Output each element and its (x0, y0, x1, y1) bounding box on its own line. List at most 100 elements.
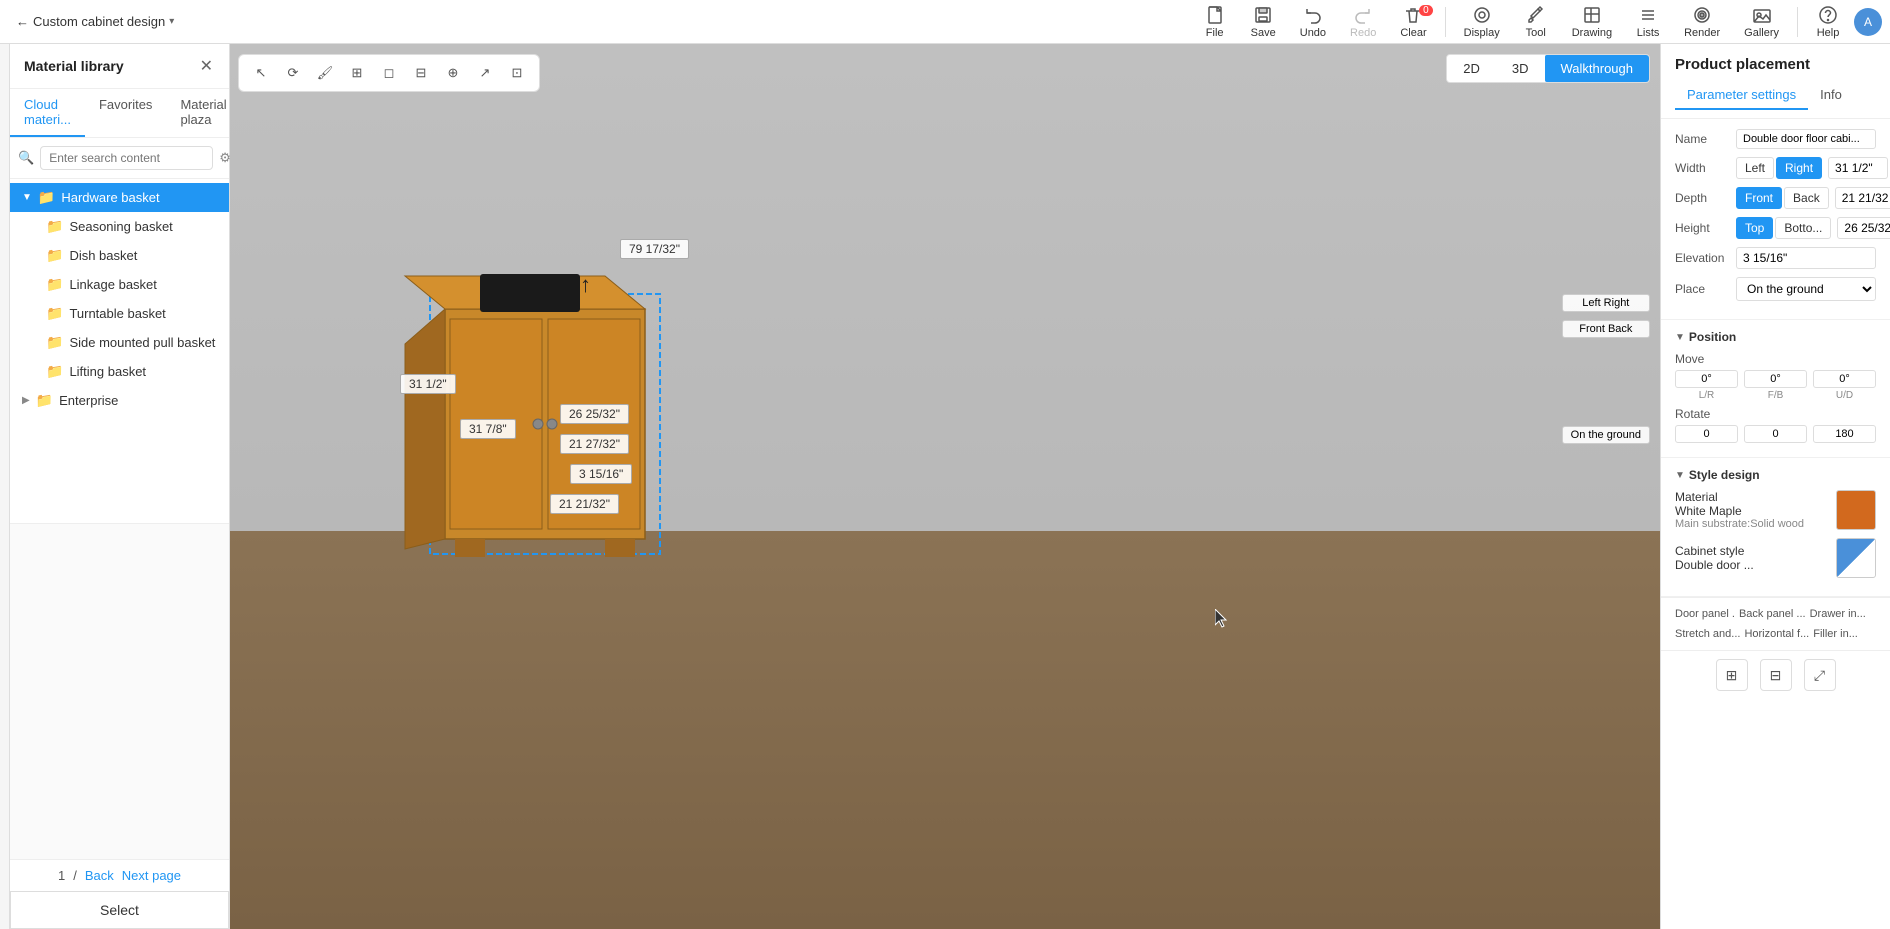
clear-button[interactable]: Clear 0 (1390, 3, 1436, 41)
place-select[interactable]: On the ground (1736, 277, 1876, 301)
lists-button[interactable]: Lists (1626, 3, 1670, 41)
view-3d-button[interactable]: 3D (1496, 55, 1545, 82)
width-label: Width (1675, 161, 1730, 175)
name-section: Name Width Left Right Depth Front Back (1661, 119, 1890, 320)
eraser-btn[interactable]: ◻ (375, 59, 403, 87)
front-back-label[interactable]: Front Back (1562, 320, 1650, 338)
tree-item-seasoning-basket[interactable]: 📁 Seasoning basket (10, 212, 229, 241)
display-button[interactable]: Display (1454, 3, 1510, 41)
height-bottom-btn[interactable]: Botto... (1775, 217, 1831, 239)
height-top-btn[interactable]: Top (1736, 217, 1773, 239)
tree-item-dish-basket[interactable]: 📁 Dish basket (10, 241, 229, 270)
place-label: Place (1675, 282, 1730, 296)
rotate-z-input[interactable] (1813, 425, 1876, 443)
depth-input[interactable] (1835, 187, 1890, 209)
tag-horizontal[interactable]: Horizontal f... (1744, 626, 1809, 642)
rotate-view-btn[interactable]: ⟳ (279, 59, 307, 87)
left-right-label[interactable]: Left Right (1562, 294, 1650, 312)
folder-icon: 📁 (46, 218, 63, 235)
move-inputs: L/R F/B U/D (1675, 370, 1876, 401)
ml-close-button[interactable]: ✕ (198, 54, 215, 78)
search-icon: 🔍 (18, 150, 34, 166)
render-button[interactable]: Render (1674, 3, 1730, 41)
tab-parameter-settings[interactable]: Parameter settings (1675, 81, 1808, 110)
name-input[interactable] (1736, 129, 1876, 149)
height-row: Height Top Botto... (1675, 217, 1876, 239)
tree-label-dish: Dish basket (69, 248, 137, 263)
filter-icon[interactable]: ⚙ (219, 150, 231, 166)
tab-material-plaza[interactable]: Material plaza (166, 89, 240, 137)
height-input[interactable] (1837, 217, 1890, 239)
on-ground-label: On the ground (1562, 426, 1650, 444)
rotate-y-group (1744, 425, 1807, 443)
rp-tabs: Parameter settings Info (1675, 81, 1876, 110)
help-button[interactable]: Help (1806, 3, 1850, 41)
tree-item-linkage-basket[interactable]: 📁 Linkage basket (10, 270, 229, 299)
tree-item-hardware-basket[interactable]: ▼ 📁 Hardware basket (10, 183, 229, 212)
undo-button[interactable]: Undo (1290, 3, 1336, 41)
rotate-y-input[interactable] (1744, 425, 1807, 443)
drawing-button[interactable]: Drawing (1562, 3, 1622, 41)
width-input[interactable] (1828, 157, 1888, 179)
tab-favorites[interactable]: Favorites (85, 89, 166, 137)
user-avatar[interactable]: A (1854, 8, 1882, 36)
view-2d-button[interactable]: 2D (1447, 55, 1496, 82)
panel-icon-3[interactable]: ⤢ (1804, 659, 1836, 691)
save-button[interactable]: Save (1241, 3, 1286, 41)
file-button[interactable]: File (1193, 3, 1237, 41)
transform-btn[interactable]: ⊕ (439, 59, 467, 87)
panel-icon-2[interactable]: ⊟ (1760, 659, 1792, 691)
export-btn[interactable]: ↗ (471, 59, 499, 87)
width-right-btn[interactable]: Right (1776, 157, 1822, 179)
back-arrow-icon: ← (16, 14, 29, 29)
panel-icon-1[interactable]: ⊞ (1716, 659, 1748, 691)
cursor-tool-btn[interactable]: ↖ (247, 59, 275, 87)
rotate-x-input[interactable] (1675, 425, 1738, 443)
tree-item-side-mounted[interactable]: 📁 Side mounted pull basket (10, 328, 229, 357)
move-fb-group: F/B (1744, 370, 1807, 401)
tag-drawer[interactable]: Drawer in... (1810, 606, 1866, 622)
tree-label-lifting: Lifting basket (69, 364, 146, 379)
tag-back-panel[interactable]: Back panel ... (1739, 606, 1806, 622)
tool-button[interactable]: Tool (1514, 3, 1558, 41)
back-button[interactable]: ← Custom cabinet design ▾ (8, 10, 182, 33)
layout-btn[interactable]: ⊡ (503, 59, 531, 87)
view-walkthrough-button[interactable]: Walkthrough (1545, 55, 1650, 82)
depth-front-btn[interactable]: Front (1736, 187, 1782, 209)
redo-button[interactable]: Redo (1340, 3, 1386, 41)
move-lr-input[interactable] (1675, 370, 1738, 388)
tab-info[interactable]: Info (1808, 81, 1854, 110)
gallery-button[interactable]: Gallery (1734, 3, 1789, 41)
tag-stretch[interactable]: Stretch and... (1675, 626, 1740, 642)
tag-door-panel[interactable]: Door panel . (1675, 606, 1735, 622)
table-view-btn[interactable]: ⊞ (343, 59, 371, 87)
tree-item-turntable-basket[interactable]: 📁 Turntable basket (10, 299, 229, 328)
paint-btn[interactable]: 🖌 (311, 59, 339, 87)
move-label: Move (1675, 352, 1876, 366)
cabinet-style-swatch[interactable] (1836, 538, 1876, 578)
height-label: Height (1675, 221, 1730, 235)
bottom-tags: Door panel . Back panel ... Drawer in...… (1661, 597, 1890, 650)
material-library-panel: Material library ✕ Cloud materi... Favor… (10, 44, 230, 929)
move-fb-input[interactable] (1744, 370, 1807, 388)
depth-back-btn[interactable]: Back (1784, 187, 1829, 209)
tag-filler[interactable]: Filler in... (1813, 626, 1858, 642)
tree-item-enterprise[interactable]: ▶ 📁 Enterprise (10, 386, 229, 415)
back-page-button[interactable]: Back (85, 868, 114, 883)
move-ud-input[interactable] (1813, 370, 1876, 388)
width-left-btn[interactable]: Left (1736, 157, 1774, 179)
style-section-arrow-icon: ▼ (1675, 470, 1685, 481)
elevation-input[interactable] (1736, 247, 1876, 269)
section-arrow-icon: ▼ (1675, 332, 1685, 343)
material-swatch[interactable] (1836, 490, 1876, 530)
tree-item-lifting-basket[interactable]: 📁 Lifting basket (10, 357, 229, 386)
grid-btn[interactable]: ⊟ (407, 59, 435, 87)
viewport[interactable]: ↖ ⟳ 🖌 ⊞ ◻ ⊟ ⊕ ↗ ⊡ 2D 3D Walkthrough (230, 44, 1660, 929)
position-header[interactable]: ▼ Position (1675, 330, 1876, 344)
style-design-header[interactable]: ▼ Style design (1675, 468, 1876, 482)
tab-cloud-materials[interactable]: Cloud materi... (10, 89, 85, 137)
width-row: Width Left Right (1675, 157, 1876, 179)
search-input[interactable] (40, 146, 213, 170)
select-button[interactable]: Select (10, 891, 229, 929)
next-page-button[interactable]: Next page (122, 868, 181, 883)
